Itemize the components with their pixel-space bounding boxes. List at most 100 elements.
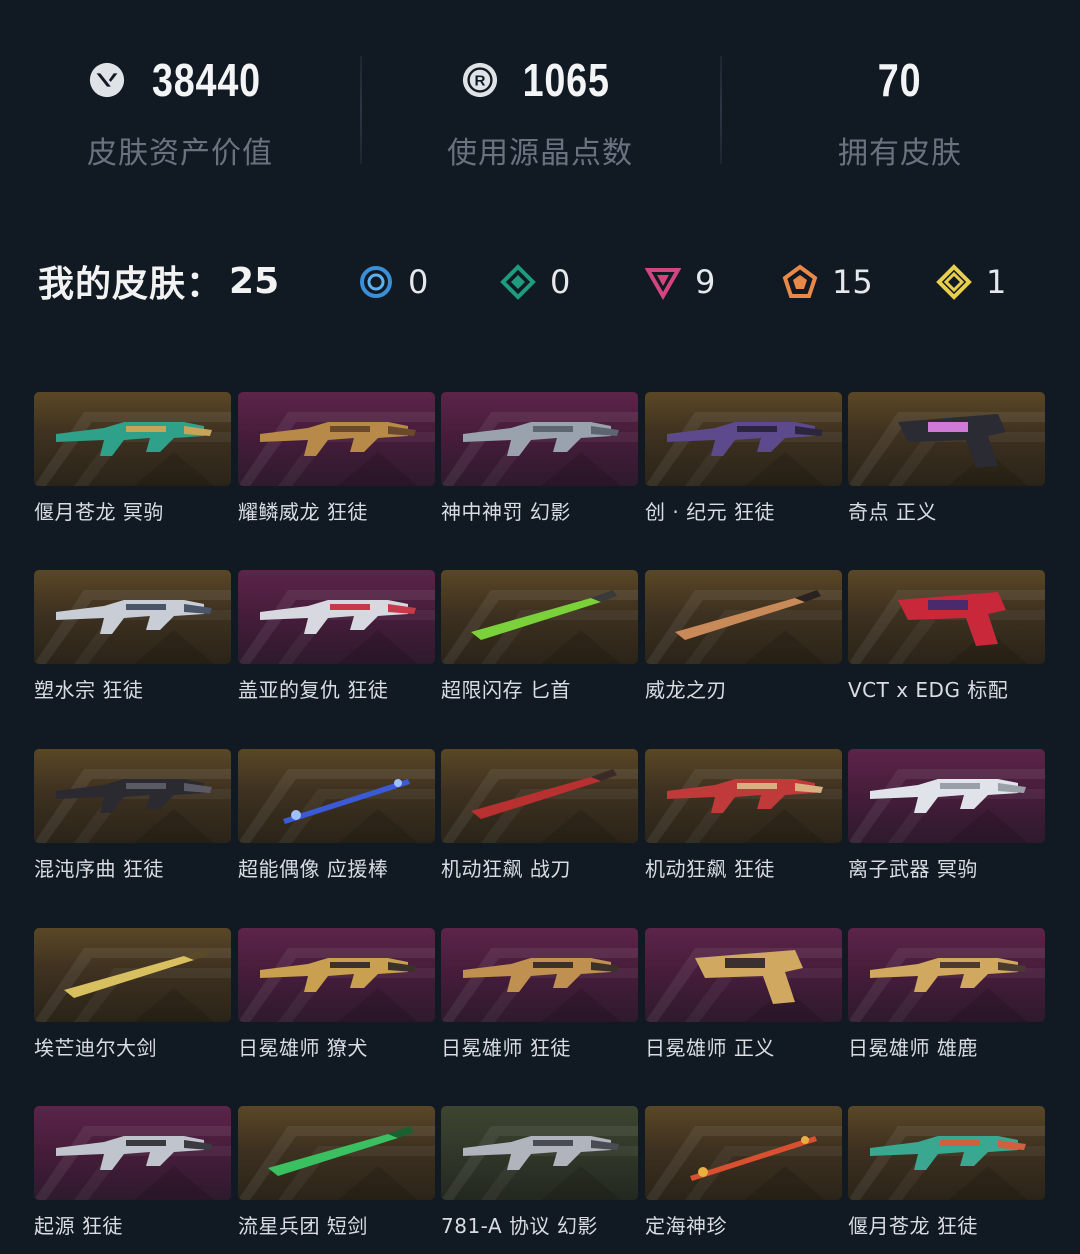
tier-exclusive[interactable]: 15 (782, 262, 873, 302)
skin-card[interactable]: 超能偶像 应援棒 (238, 749, 435, 882)
skin-card[interactable]: 创 · 纪元 狂徒 (645, 392, 842, 525)
tier-count: 9 (695, 263, 716, 301)
skin-name: 盖亚的复仇 狂徒 (238, 678, 389, 702)
stat-label: 拥有皮肤 (838, 136, 962, 171)
skin-name: 奇点 正义 (848, 500, 937, 524)
skin-thumbnail[interactable] (441, 570, 638, 664)
skin-name: 781-A 协议 幻影 (441, 1214, 598, 1238)
blade-copper-weapon-image (675, 590, 821, 640)
rifle-purple-weapon-image (667, 422, 823, 456)
skin-card[interactable]: 偃月苍龙 狂徒 (848, 1106, 1045, 1239)
skin-card[interactable]: 威龙之刃 (645, 570, 842, 703)
stat-radianite: R 1065 使用源晶点数 (360, 40, 720, 180)
my-skins-summary: 我的皮肤： 25 (38, 255, 279, 307)
dagger-green-weapon-image (268, 1126, 414, 1176)
skin-name: 埃芒迪尔大剑 (34, 1036, 157, 1060)
skin-thumbnail[interactable] (441, 1106, 638, 1200)
premium-tier-icon (645, 268, 681, 300)
skin-card[interactable]: 塑水宗 狂徒 (34, 570, 231, 703)
skin-name: 日冕雄师 獠犬 (238, 1036, 368, 1060)
skin-name: 威龙之刃 (645, 678, 727, 702)
stat-owned-skins: 70 拥有皮肤 (720, 40, 1080, 180)
skin-card[interactable]: 埃芒迪尔大剑 (34, 928, 231, 1061)
skin-thumbnail[interactable] (645, 928, 842, 1022)
skin-card[interactable]: 日冕雄师 正义 (645, 928, 842, 1061)
skin-card[interactable]: 机动狂飙 战刀 (441, 749, 638, 882)
skin-card[interactable]: 定海神珍 (645, 1106, 842, 1239)
skin-name: 塑水宗 狂徒 (34, 678, 144, 702)
skin-name: 混沌序曲 狂徒 (34, 857, 164, 881)
tier-ultra[interactable]: 1 (936, 262, 1006, 302)
skin-thumbnail[interactable] (34, 928, 231, 1022)
stat-label: 使用源晶点数 (447, 136, 633, 171)
exclusive-tier-icon (782, 264, 818, 298)
skin-thumbnail[interactable] (848, 1106, 1045, 1200)
skin-card[interactable]: 奇点 正义 (848, 392, 1045, 525)
sword-red-weapon-image (471, 769, 617, 819)
tier-premium[interactable]: 9 (645, 262, 715, 302)
skin-card[interactable]: 起源 狂徒 (34, 1106, 231, 1239)
skin-name: 离子武器 冥驹 (848, 857, 978, 881)
skin-thumbnail[interactable] (34, 749, 231, 843)
skin-thumbnail[interactable] (238, 392, 435, 486)
skin-card[interactable]: 神中神罚 幻影 (441, 392, 638, 525)
tier-count: 0 (550, 263, 571, 301)
smg-gold-weapon-image (260, 958, 416, 992)
skin-thumbnail[interactable] (238, 570, 435, 664)
pistol-red-weapon-image (898, 592, 1006, 646)
skin-thumbnail[interactable] (238, 928, 435, 1022)
skin-card[interactable]: 混沌序曲 狂徒 (34, 749, 231, 882)
deluxe-tier-icon (500, 264, 536, 300)
skin-thumbnail[interactable] (848, 570, 1045, 664)
skin-thumbnail[interactable] (645, 392, 842, 486)
skin-thumbnail[interactable] (848, 749, 1045, 843)
tier-deluxe[interactable]: 0 (500, 262, 570, 302)
skin-thumbnail[interactable] (645, 749, 842, 843)
rifle-gold-weapon-image (260, 422, 416, 456)
skin-thumbnail[interactable] (34, 1106, 231, 1200)
my-skins-count: 25 (229, 260, 280, 302)
skin-thumbnail[interactable] (34, 570, 231, 664)
skin-thumbnail[interactable] (848, 392, 1045, 486)
skin-name: 超限闪存 匕首 (441, 678, 571, 702)
skin-name: 起源 狂徒 (34, 1214, 123, 1238)
skin-thumbnail[interactable] (441, 392, 638, 486)
skin-card[interactable]: 耀鳞威龙 狂徒 (238, 392, 435, 525)
skin-thumbnail[interactable] (645, 570, 842, 664)
rifle-jade-weapon-image (870, 1136, 1026, 1170)
skin-card[interactable]: 离子武器 冥驹 (848, 749, 1045, 882)
skin-name: 耀鳞威龙 狂徒 (238, 500, 368, 524)
skin-card[interactable]: 机动狂飙 狂徒 (645, 749, 842, 882)
skin-card[interactable]: 盖亚的复仇 狂徒 (238, 570, 435, 703)
skin-card[interactable]: 超限闪存 匕首 (441, 570, 638, 703)
skin-thumbnail[interactable] (238, 1106, 435, 1200)
skin-name: 超能偶像 应援棒 (238, 857, 389, 881)
tier-count: 1 (986, 263, 1007, 301)
rifle-crimson-weapon-image (667, 779, 823, 813)
tier-select[interactable]: 0 (358, 262, 428, 302)
tier-count: 0 (408, 263, 429, 301)
rifle-teal-weapon-image (56, 422, 212, 456)
rifle-origin-weapon-image (56, 1136, 212, 1170)
skin-thumbnail[interactable] (848, 928, 1045, 1022)
my-skins-title: 我的皮肤： (38, 264, 224, 305)
skin-card[interactable]: 日冕雄师 雄鹿 (848, 928, 1045, 1061)
skin-card[interactable]: 日冕雄师 狂徒 (441, 928, 638, 1061)
skin-card[interactable]: VCT x EDG 标配 (848, 570, 1045, 703)
skin-thumbnail[interactable] (34, 392, 231, 486)
skin-thumbnail[interactable] (645, 1106, 842, 1200)
skin-thumbnail[interactable] (441, 928, 638, 1022)
skin-card[interactable]: 偃月苍龙 冥驹 (34, 392, 231, 525)
stat-value: 38440 (151, 54, 261, 106)
stat-skin-value: 38440 皮肤资产价值 (0, 40, 360, 180)
skin-card[interactable]: 流星兵团 短剑 (238, 1106, 435, 1239)
skin-thumbnail[interactable] (441, 749, 638, 843)
skin-card[interactable]: 781-A 协议 幻影 (441, 1106, 638, 1239)
rifle-red-weapon-image (260, 600, 416, 634)
skin-name: 日冕雄师 狂徒 (441, 1036, 571, 1060)
skin-card[interactable]: 日冕雄师 獠犬 (238, 928, 435, 1061)
rifle-black-weapon-image (56, 779, 212, 813)
radianite-points-icon: R (462, 62, 497, 98)
skin-thumbnail[interactable] (238, 749, 435, 843)
stat-value: 1065 (522, 54, 610, 106)
